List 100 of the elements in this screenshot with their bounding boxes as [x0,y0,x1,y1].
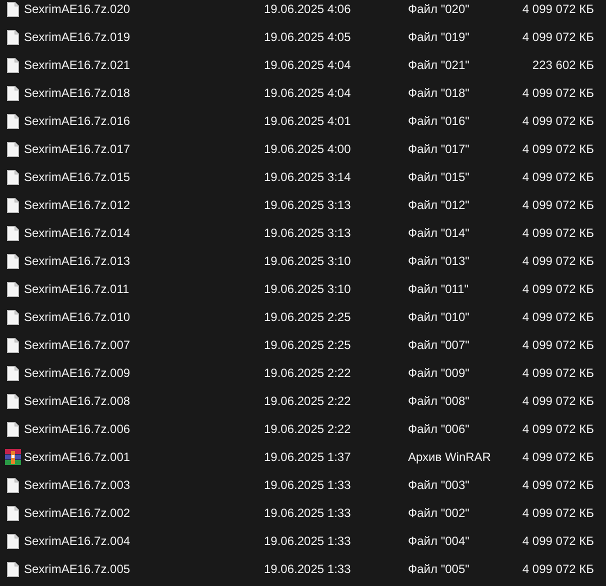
file-type: Файл "015" [408,170,470,184]
file-name: SexrimAE16.7z.002 [24,506,130,520]
file-name: SexrimAE16.7z.014 [24,226,130,240]
file-icon [6,254,18,268]
date-modified: 19.06.2025 3:14 [264,170,351,184]
file-size: 4 099 072 КБ [522,366,594,380]
file-icon [6,226,18,240]
file-name: SexrimAE16.7z.018 [24,86,130,100]
file-name: SexrimAE16.7z.017 [24,142,130,156]
date-modified: 19.06.2025 3:13 [264,226,351,240]
date-modified: 19.06.2025 4:04 [264,86,351,100]
file-type: Файл "014" [408,226,470,240]
date-modified: 19.06.2025 2:25 [264,310,351,324]
file-type: Файл "016" [408,114,470,128]
date-modified: 19.06.2025 1:33 [264,562,351,576]
file-icon [6,2,18,16]
file-size: 4 099 072 КБ [522,30,594,44]
file-name: SexrimAE16.7z.012 [24,198,130,212]
file-type: Файл "007" [408,338,470,352]
file-name: SexrimAE16.7z.005 [24,562,130,576]
file-type: Файл "006" [408,422,470,436]
file-type: Файл "021" [408,58,470,72]
file-size: 4 099 072 КБ [522,226,594,240]
file-size: 4 099 072 КБ [522,394,594,408]
file-icon [6,198,18,212]
file-size: 4 099 072 КБ [522,422,594,436]
file-name: SexrimAE16.7z.008 [24,394,130,408]
file-type: Файл "003" [408,478,470,492]
file-icon [6,338,18,352]
date-modified: 19.06.2025 3:13 [264,198,351,212]
file-icon [6,282,18,296]
file-type: Файл "020" [408,2,470,16]
file-icon [6,366,18,380]
date-modified: 19.06.2025 2:22 [264,366,351,380]
date-modified: 19.06.2025 4:05 [264,30,351,44]
file-name: SexrimAE16.7z.020 [24,2,130,16]
file-type: Файл "011" [408,282,468,296]
file-size: 4 099 072 КБ [522,142,594,156]
date-modified: 19.06.2025 3:10 [264,282,351,296]
file-type: Файл "005" [408,562,470,576]
file-icon [6,170,18,184]
file-icon [6,58,18,72]
file-name: SexrimAE16.7z.011 [24,282,130,296]
date-modified: 19.06.2025 1:33 [264,506,351,520]
file-name: SexrimAE16.7z.015 [24,170,130,184]
file-type: Файл "013" [408,254,470,268]
file-size: 4 099 072 КБ [522,86,594,100]
date-modified: 19.06.2025 3:10 [264,254,351,268]
file-size: 4 099 072 КБ [522,562,594,576]
file-size: 4 099 072 КБ [522,282,594,296]
file-icon [6,30,18,44]
file-icon [6,534,18,548]
file-icon [6,394,18,408]
file-size: 4 099 072 КБ [522,506,594,520]
file-type: Файл "002" [408,506,470,520]
file-type: Файл "012" [408,198,470,212]
file-type: Файл "010" [408,310,470,324]
file-type: Файл "018" [408,86,470,100]
file-type: Архив WinRAR [408,450,491,464]
date-modified: 19.06.2025 2:25 [264,338,351,352]
file-name: SexrimAE16.7z.004 [24,534,130,548]
file-name: SexrimAE16.7z.021 [24,58,130,72]
file-size: 4 099 072 КБ [522,338,594,352]
file-name: SexrimAE16.7z.001 [24,450,130,464]
date-modified: 19.06.2025 1:33 [264,534,351,548]
file-icon [6,114,18,128]
file-name: SexrimAE16.7z.009 [24,366,130,380]
file-name: SexrimAE16.7z.016 [24,114,130,128]
date-modified: 19.06.2025 2:22 [264,394,351,408]
date-modified: 19.06.2025 4:01 [264,114,351,128]
file-type: Файл "004" [408,534,470,548]
file-name: SexrimAE16.7z.019 [24,30,130,44]
file-size: 4 099 072 КБ [522,170,594,184]
file-type: Файл "019" [408,30,470,44]
file-icon [6,562,18,576]
file-size: 4 099 072 КБ [522,2,594,16]
date-modified: 19.06.2025 1:37 [264,450,351,464]
file-size: 4 099 072 КБ [522,254,594,268]
date-modified: 19.06.2025 1:33 [264,478,351,492]
file-type: Файл "009" [408,366,470,380]
date-modified: 19.06.2025 4:04 [264,58,351,72]
file-type: Файл "017" [408,142,470,156]
file-size: 4 099 072 КБ [522,534,594,548]
file-icon [6,142,18,156]
file-size: 4 099 072 КБ [522,478,594,492]
file-name: SexrimAE16.7z.006 [24,422,130,436]
file-name: SexrimAE16.7z.010 [24,310,130,324]
file-icon [6,478,18,492]
file-size: 223 602 КБ [532,58,594,72]
date-modified: 19.06.2025 4:00 [264,142,351,156]
file-size: 4 099 072 КБ [522,450,594,464]
date-modified: 19.06.2025 2:22 [264,422,351,436]
file-size: 4 099 072 КБ [522,114,594,128]
file-size: 4 099 072 КБ [522,310,594,324]
file-name: SexrimAE16.7z.003 [24,478,130,492]
file-type: Файл "008" [408,394,470,408]
archive-icon [4,449,20,465]
file-icon [6,506,18,520]
file-icon [6,310,18,324]
file-name: SexrimAE16.7z.013 [24,254,130,268]
